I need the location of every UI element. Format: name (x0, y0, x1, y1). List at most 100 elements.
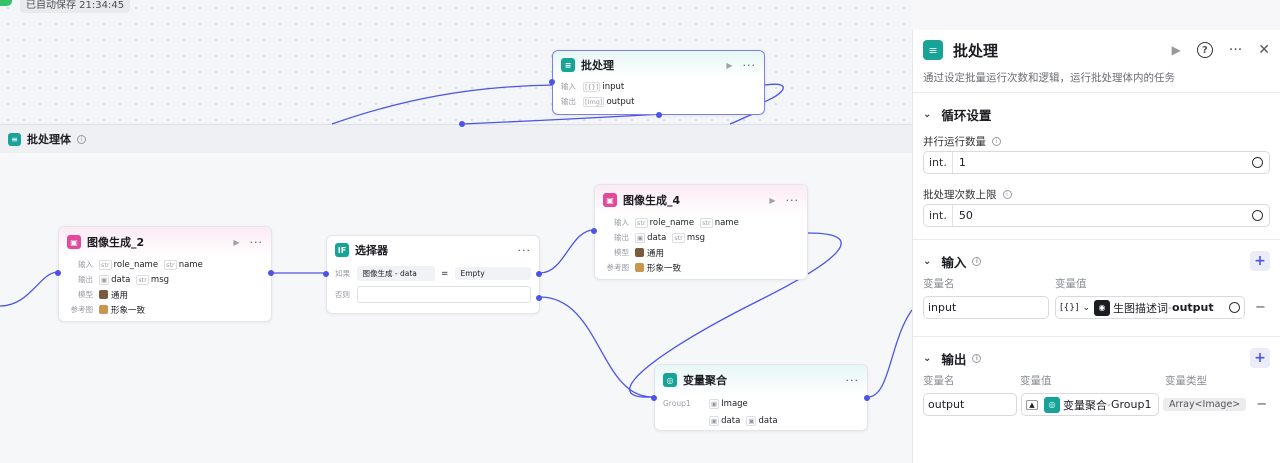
node-icon: ◉ (1094, 299, 1111, 316)
variable-ref-icon[interactable] (1229, 302, 1240, 313)
info-icon[interactable]: i (972, 353, 982, 363)
ref-node: 变量聚合 (1063, 398, 1107, 412)
type-tag: str (635, 217, 648, 228)
node-title: 图像生成_2 (87, 236, 145, 249)
port-in[interactable] (549, 79, 555, 85)
run-icon[interactable]: ▶ (769, 196, 775, 205)
more-icon[interactable]: ··· (518, 244, 532, 257)
ref-value: 形象一致 (647, 263, 682, 274)
port-in[interactable] (591, 228, 597, 234)
port-if[interactable] (536, 271, 542, 277)
column-header: 变量值 (1020, 374, 1052, 387)
close-icon[interactable]: ✕ (1258, 42, 1270, 58)
output-name-field[interactable]: output (923, 393, 1017, 416)
add-output-button[interactable]: + (1250, 348, 1270, 368)
field-label: 批处理次数上限 (923, 188, 997, 201)
type-badge: Array<Image> (1163, 398, 1247, 411)
selector-node[interactable]: IF 选择器 ··· 如果 图像生成 - data = Empty 否则 (323, 235, 542, 314)
add-input-button[interactable]: + (1250, 251, 1270, 271)
batch-limit-input[interactable]: int. 50 (923, 204, 1270, 227)
remove-output-button[interactable]: − (1256, 397, 1267, 412)
type-tag: str (700, 217, 713, 228)
ref-avatar (99, 305, 108, 314)
output-label: 输出 (561, 97, 576, 106)
more-icon[interactable]: ··· (1229, 42, 1242, 58)
port-in[interactable] (55, 270, 61, 276)
column-header: 变量值 (1055, 277, 1087, 290)
type-tag: [{}] (583, 81, 601, 92)
input-section: ⌄ 输入 i + 变量名 变量值 input [{}] ⌄ ◉ 生图描述词 - outp… (913, 239, 1280, 336)
field-label: 并行运行数量 (923, 135, 986, 148)
more-icon[interactable]: ··· (846, 374, 860, 387)
group-var: data (721, 415, 741, 426)
condition-left[interactable]: 图像生成 - data (356, 266, 435, 281)
output-section: ⌄ 输出 i + 变量名 变量值 变量类型 output ▲ ◎ 变量聚合 - Group… (913, 336, 1280, 446)
if-icon: IF (335, 243, 349, 257)
image-icon: ▣ (603, 193, 617, 207)
type-tag: str (672, 232, 685, 243)
port-in[interactable] (651, 395, 657, 401)
model-avatar (99, 290, 108, 299)
else-box[interactable] (357, 285, 531, 303)
chevron-down-icon[interactable]: ⌄ (1082, 303, 1090, 313)
remove-input-button[interactable]: − (1255, 300, 1266, 315)
image-type-icon: ▣ (709, 398, 720, 409)
variable-ref-icon[interactable] (1252, 157, 1263, 168)
input-label: 输入 (78, 260, 93, 269)
node-title: 图像生成_4 (623, 194, 681, 207)
run-icon[interactable]: ▶ (726, 61, 732, 70)
port-bottom[interactable] (656, 112, 662, 118)
run-icon[interactable]: ▶ (233, 238, 239, 247)
variable-ref-icon[interactable] (1252, 210, 1263, 221)
more-icon[interactable]: ··· (250, 236, 264, 249)
group-label: Group1 (663, 399, 691, 408)
port-body-start[interactable] (459, 121, 465, 127)
port-out[interactable] (268, 270, 274, 276)
input-var: role_name (113, 259, 159, 270)
condition-operator[interactable]: = (435, 269, 455, 279)
info-icon[interactable]: i (1002, 189, 1012, 199)
panel-title: 批处理 (953, 41, 999, 60)
type-tag: str (164, 259, 177, 270)
more-icon[interactable]: ··· (743, 59, 757, 72)
output-value-field[interactable]: ▲ ◎ 变量聚合 - Group1 (1021, 393, 1159, 416)
if-label: 如果 (335, 269, 350, 278)
batch-icon: ≡ (923, 40, 943, 60)
chevron-down-icon[interactable]: ⌄ (923, 256, 931, 267)
input-value-field[interactable]: [{}] ⌄ ◉ 生图描述词 - output (1055, 296, 1245, 319)
port-else[interactable] (536, 295, 542, 301)
chevron-down-icon[interactable]: ⌄ (923, 109, 931, 120)
image-type-icon: ▣ (709, 415, 720, 426)
section-title: 输出 (941, 351, 967, 367)
output-label: 输出 (614, 233, 629, 242)
help-icon[interactable]: ? (1196, 42, 1213, 58)
parallel-count-input[interactable]: int. 1 (923, 151, 1270, 174)
variable-merge-node[interactable]: ◎ 变量聚合 ··· Group1 ▣ Image ▣ data ▣ data (651, 364, 870, 431)
input-value[interactable]: 1 (953, 156, 1252, 169)
input-name-field[interactable]: input (923, 296, 1049, 319)
batch-node[interactable]: ≡ 批处理 ▶ ··· 输入 [{}] input 输出 [Img] output (549, 50, 765, 118)
input-var: input (602, 81, 625, 92)
section-title: 循环设置 (941, 107, 992, 123)
edge-selector-img4 (539, 229, 595, 274)
output-var: data (647, 232, 667, 243)
workflow-canvas[interactable]: 已自动保存 21:34:45 ≡ 批处理体 i ≡ 批处理 ▶ ··· 输入[{}] i… (0, 0, 912, 463)
image-type-icon: ▣ (746, 415, 757, 426)
run-icon[interactable]: ▶ (1172, 43, 1181, 57)
image-gen-4-node[interactable]: ▣ 图像生成_4 ▶ ··· 输入 str role_name str name 输出 ▣ dat… (591, 184, 808, 280)
more-icon[interactable]: ··· (786, 194, 800, 207)
chevron-down-icon[interactable]: ⌄ (923, 353, 931, 364)
ref-value: 形象一致 (111, 305, 146, 316)
group-var: data (758, 415, 778, 426)
input-value[interactable]: 50 (953, 209, 1252, 222)
image-gen-2-node[interactable]: ▣ 图像生成_2 ▶ ··· 输入 str role_name str name 输出 ▣ dat… (55, 226, 274, 322)
info-icon[interactable]: i (992, 136, 1001, 146)
column-header: 变量名 (923, 277, 955, 290)
info-icon[interactable]: i (972, 256, 982, 266)
condition-right[interactable]: Empty (454, 267, 531, 280)
port-out[interactable] (864, 395, 870, 401)
model-label: 模型 (78, 290, 93, 299)
merge-icon: ◎ (1044, 396, 1060, 413)
edge-into-batch (331, 84, 556, 125)
port-in[interactable] (323, 271, 329, 277)
